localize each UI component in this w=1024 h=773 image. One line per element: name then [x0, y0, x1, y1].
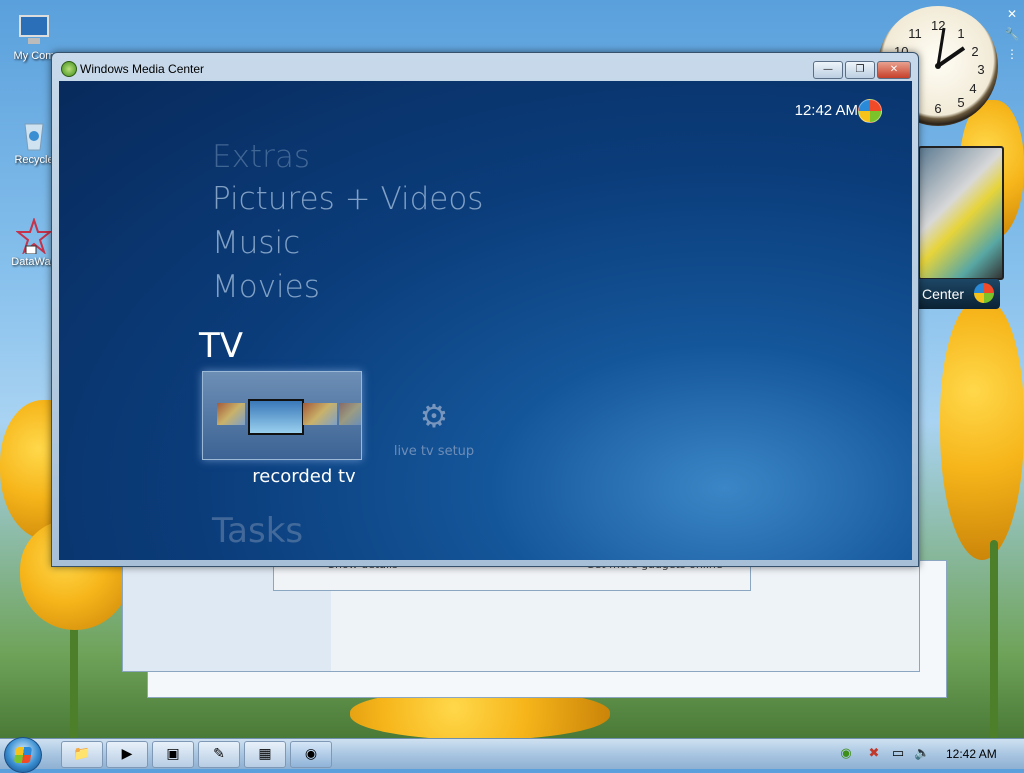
paint-icon: ✎	[213, 746, 225, 762]
minimize-button[interactable]: —	[813, 61, 843, 79]
windows-orb-icon	[974, 283, 994, 303]
menu-item-extras[interactable]: Extras	[212, 139, 310, 175]
media-center-app-icon	[61, 61, 77, 77]
menu-item-movies[interactable]: Movies	[212, 269, 320, 305]
live-tv-setup-label[interactable]: live tv setup	[379, 444, 489, 459]
menu-item-tv[interactable]: TV	[199, 326, 243, 366]
media-center-content: 12:42 AM Extras Pictures + Videos Music …	[59, 81, 912, 560]
maximize-button[interactable]: ❐	[845, 61, 875, 79]
gadgets-icon: ▦	[258, 746, 272, 762]
window-title: Windows Media Center	[80, 62, 205, 76]
taskbar-clock[interactable]: 12:42 AM	[946, 747, 997, 761]
media-center-window[interactable]: Windows Media Center — ❐ ✕ 12:42 AM Extr…	[51, 52, 919, 567]
drag-handle-icon[interactable]: ⋮	[1004, 46, 1020, 62]
media-center-tray-icon[interactable]: ◉	[838, 746, 854, 762]
desktop-icon-label: DataWag	[11, 256, 57, 268]
decor-stem	[990, 540, 998, 740]
selected-thumbnail	[248, 399, 304, 435]
thumbnail	[303, 403, 337, 425]
desktop-icon-label: My Com	[13, 50, 55, 62]
taskbar-button-gadgets[interactable]: ▦	[244, 741, 286, 768]
network-icon[interactable]: ▭	[890, 746, 906, 762]
recycle-bin-icon	[16, 116, 52, 152]
media-player-icon: ▶	[121, 746, 133, 762]
wrench-icon[interactable]: 🔧	[1004, 26, 1020, 42]
recorded-tv-label: recorded tv	[252, 466, 356, 487]
thumbnail	[339, 403, 361, 425]
media-center-icon: ◉	[304, 746, 318, 762]
slideshow-gadget[interactable]	[918, 146, 1004, 280]
recorded-tv-tile[interactable]	[202, 371, 362, 460]
gear-icon[interactable]: ⚙	[417, 399, 451, 433]
windows-start-orb-icon[interactable]	[858, 99, 882, 123]
mc-time: 12:42 AM	[794, 102, 858, 119]
media-center-gadget-label: Center	[922, 286, 965, 302]
media-center-gadget[interactable]: Center	[918, 279, 1000, 309]
menu-item-music[interactable]: Music	[212, 225, 300, 261]
volume-icon[interactable]: 🔈	[914, 746, 930, 762]
menu-item-tasks[interactable]: Tasks	[212, 511, 303, 551]
thumbnail	[217, 403, 245, 425]
gadget-side-tools: ✕ 🔧 ⋮	[1004, 6, 1022, 66]
taskbar-button-media-center[interactable]: ◉	[290, 741, 332, 768]
taskbar-button-explorer[interactable]: 📁	[61, 741, 103, 768]
folder-icon: 📁	[73, 746, 91, 762]
datawag-icon	[15, 216, 53, 255]
taskbar-button-control-panel[interactable]: ▣	[152, 741, 194, 768]
control-panel-icon: ▣	[166, 746, 180, 762]
taskbar-button-paint[interactable]: ✎	[198, 741, 240, 768]
desktop-icon-label: Recycle	[14, 154, 54, 166]
menu-item-pictures-videos[interactable]: Pictures + Videos	[212, 181, 483, 217]
security-warning-icon[interactable]: ✖	[866, 746, 882, 762]
taskbar: 📁 ▶ ▣ ✎ ▦ ◉ ◉ ✖ ▭ 🔈 12:42 AM	[0, 737, 1024, 773]
close-icon[interactable]: ✕	[1004, 6, 1020, 22]
windows-logo-icon	[13, 747, 33, 763]
title-bar[interactable]: Windows Media Center — ❐ ✕	[52, 53, 918, 81]
computer-icon	[16, 12, 52, 48]
close-button[interactable]: ✕	[877, 61, 911, 79]
taskbar-button-media-player[interactable]: ▶	[106, 741, 148, 768]
decor-tulip	[940, 300, 1024, 560]
